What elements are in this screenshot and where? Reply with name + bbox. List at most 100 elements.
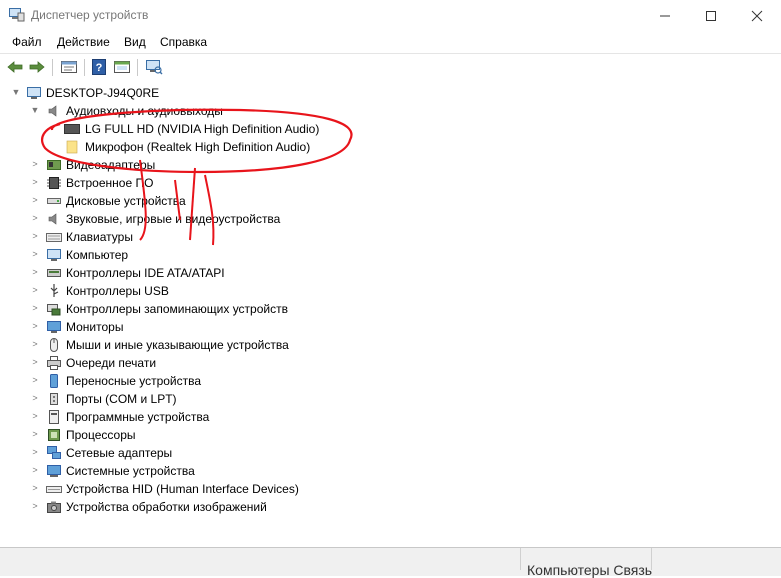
tree-item-print-queues[interactable]: > Очереди печати bbox=[0, 354, 760, 372]
tree-item-label: Порты (COM и LPT) bbox=[66, 392, 177, 406]
tree-item-label: Контроллеры USB bbox=[66, 284, 169, 298]
tree-item-label: Системные устройства bbox=[66, 464, 195, 478]
tree-item-ide-controllers[interactable]: > Контроллеры IDE ATA/ATAPI bbox=[0, 264, 760, 282]
expand-chevron-icon[interactable]: > bbox=[30, 213, 40, 224]
monitor-audio-icon bbox=[64, 121, 80, 137]
expand-chevron-icon[interactable]: > bbox=[30, 411, 40, 422]
expand-chevron-icon[interactable]: > bbox=[30, 177, 40, 188]
close-icon bbox=[751, 10, 763, 21]
expand-chevron-icon[interactable]: > bbox=[30, 285, 40, 296]
tree-item-imaging-devices[interactable]: > Устройства обработки изображений bbox=[0, 498, 760, 516]
portable-device-icon bbox=[46, 373, 62, 389]
maximize-icon bbox=[706, 10, 716, 21]
display-adapter-icon bbox=[46, 157, 62, 173]
tree-root[interactable]: ▼ DESKTOP-J94Q0RE bbox=[0, 84, 760, 102]
expand-chevron-icon[interactable]: > bbox=[30, 465, 40, 476]
tree-item-label: Мыши и иные указывающие устройства bbox=[66, 338, 289, 352]
storage-controller-icon bbox=[46, 301, 62, 317]
mouse-icon bbox=[46, 337, 62, 353]
tree-item-firmware[interactable]: > Встроенное ПО bbox=[0, 174, 760, 192]
properties-icon[interactable] bbox=[60, 59, 78, 75]
close-button[interactable] bbox=[734, 0, 780, 31]
expand-chevron-icon[interactable]: > bbox=[30, 231, 40, 242]
menu-bar: Файл Действие Вид Справка bbox=[0, 31, 781, 53]
expand-chevron-icon[interactable]: > bbox=[30, 429, 40, 440]
tree-item-keyboards[interactable]: > Клавиатуры bbox=[0, 228, 760, 246]
tree-item-label: Дисковые устройства bbox=[66, 194, 186, 208]
menu-help[interactable]: Справка bbox=[160, 35, 207, 49]
expand-chevron-icon[interactable]: > bbox=[30, 195, 40, 206]
expand-chevron-icon[interactable]: > bbox=[30, 267, 40, 278]
tree-item-hid[interactable]: > Устройства HID (Human Interface Device… bbox=[0, 480, 760, 498]
device-manager-app-icon bbox=[9, 8, 25, 22]
tree-item-network-adapters[interactable]: > Сетевые адаптеры bbox=[0, 444, 760, 462]
tree-item-mice[interactable]: > Мыши и иные указывающие устройства bbox=[0, 336, 760, 354]
help-icon[interactable]: ? bbox=[91, 59, 109, 75]
minimize-button[interactable] bbox=[642, 0, 688, 31]
background-partial-text: Компьютеры Связь bbox=[527, 562, 653, 578]
hid-icon bbox=[46, 481, 62, 497]
tree-item-video-adapters[interactable]: > Видеоадаптеры bbox=[0, 156, 760, 174]
menu-view[interactable]: Вид bbox=[124, 35, 146, 49]
tree-item-label: Переносные устройства bbox=[66, 374, 202, 388]
tree-item-label: Программные устройства bbox=[66, 410, 210, 424]
toolbar: ? bbox=[0, 53, 781, 82]
tree-child-microphone[interactable]: Микрофон (Realtek High Definition Audio) bbox=[0, 138, 760, 156]
computer-icon bbox=[26, 85, 42, 101]
expand-chevron-icon[interactable]: > bbox=[30, 321, 40, 332]
tree-item-portable-devices[interactable]: > Переносные устройства bbox=[0, 372, 760, 390]
expand-chevron-icon[interactable]: > bbox=[30, 249, 40, 260]
scan-hardware-icon[interactable] bbox=[145, 59, 163, 75]
tree-item-computer[interactable]: > Компьютер bbox=[0, 246, 760, 264]
expand-chevron-icon[interactable]: > bbox=[30, 375, 40, 386]
expand-chevron-icon[interactable]: > bbox=[30, 159, 40, 170]
expand-chevron-icon[interactable]: > bbox=[30, 303, 40, 314]
camera-icon bbox=[46, 499, 62, 515]
tree-item-ports[interactable]: > Порты (COM и LPT) bbox=[0, 390, 760, 408]
show-hidden-icon[interactable] bbox=[113, 59, 131, 75]
tree-child-label: LG FULL HD (NVIDIA High Definition Audio… bbox=[85, 122, 320, 136]
computer-icon bbox=[46, 247, 62, 263]
maximize-button[interactable] bbox=[688, 0, 734, 31]
software-device-icon bbox=[46, 409, 62, 425]
keyboard-icon bbox=[46, 229, 62, 245]
tree-item-processors[interactable]: > Процессоры bbox=[0, 426, 760, 444]
tree-child-lg-audio[interactable]: LG FULL HD (NVIDIA High Definition Audio… bbox=[0, 120, 760, 138]
tree-item-audio[interactable]: ▼ Аудиовходы и аудиовыходы bbox=[0, 102, 760, 120]
title-bar: Диспетчер устройств bbox=[0, 0, 781, 31]
toolbar-separator bbox=[137, 59, 138, 76]
microphone-icon bbox=[64, 139, 80, 155]
tree-item-usb-controllers[interactable]: > Контроллеры USB bbox=[0, 282, 760, 300]
menu-action[interactable]: Действие bbox=[57, 35, 110, 49]
speaker-icon bbox=[46, 103, 62, 119]
tree-item-label: Очереди печати bbox=[66, 356, 157, 370]
monitor-icon bbox=[46, 319, 62, 335]
expand-chevron-icon[interactable]: > bbox=[30, 483, 40, 494]
menu-file[interactable]: Файл bbox=[12, 35, 42, 49]
collapse-chevron-icon[interactable]: ▼ bbox=[11, 87, 21, 98]
disk-drive-icon bbox=[46, 193, 62, 209]
tree-item-sound-video-game[interactable]: > Звуковые, игровые и видеоустройства bbox=[0, 210, 760, 228]
expand-chevron-icon[interactable]: > bbox=[30, 357, 40, 368]
tree-item-label: Контроллеры IDE ATA/ATAPI bbox=[66, 266, 225, 280]
expand-chevron-icon[interactable]: > bbox=[30, 501, 40, 512]
toolbar-separator bbox=[52, 59, 53, 76]
expand-chevron-icon[interactable]: > bbox=[30, 339, 40, 350]
back-arrow-icon[interactable] bbox=[6, 59, 24, 75]
tree-item-software-devices[interactable]: > Программные устройства bbox=[0, 408, 760, 426]
tree-item-label: Клавиатуры bbox=[66, 230, 133, 244]
tree-item-label: Встроенное ПО bbox=[66, 176, 154, 190]
expand-chevron-icon[interactable]: > bbox=[30, 447, 40, 458]
collapse-chevron-icon[interactable]: ▼ bbox=[30, 105, 40, 116]
tree-item-system-devices[interactable]: > Системные устройства bbox=[0, 462, 760, 480]
tree-item-monitors[interactable]: > Мониторы bbox=[0, 318, 760, 336]
tree-item-label: Контроллеры запоминающих устройств bbox=[66, 302, 288, 316]
usb-icon bbox=[46, 283, 62, 299]
expand-chevron-icon[interactable]: > bbox=[30, 393, 40, 404]
printer-icon bbox=[46, 355, 62, 371]
speaker-icon bbox=[46, 211, 62, 227]
forward-arrow-icon[interactable] bbox=[28, 59, 46, 75]
tree-item-storage-controllers[interactable]: > Контроллеры запоминающих устройств bbox=[0, 300, 760, 318]
svg-text:?: ? bbox=[96, 62, 103, 74]
tree-item-disk-drives[interactable]: > Дисковые устройства bbox=[0, 192, 760, 210]
